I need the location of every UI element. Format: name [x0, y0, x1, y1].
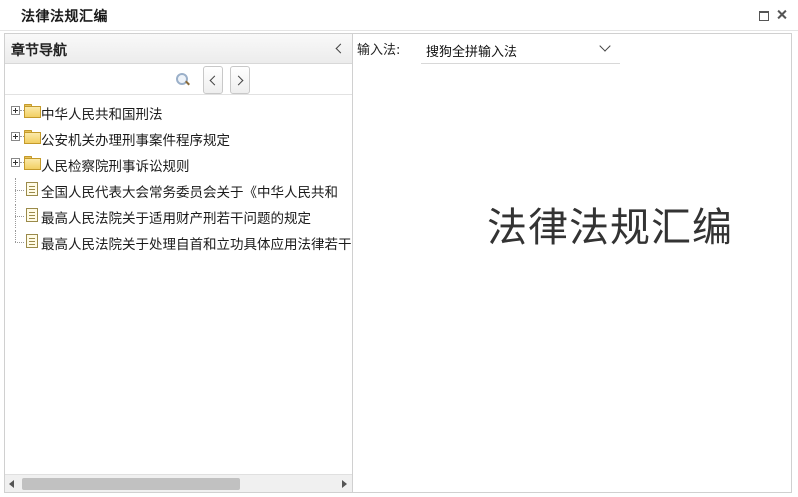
content-panel: 输入法: 搜狗全拼输入法 法律法规汇编 — [353, 33, 792, 493]
window-title: 法律法规汇编 — [21, 9, 108, 25]
tree-connector — [15, 242, 24, 243]
chevron-down-icon — [599, 40, 611, 52]
chapter-navigation-panel: 章节导航 中华人民共和国刑法 公安机关办理刑事案件程序规定 人民检察院刑事诉讼规… — [4, 33, 353, 493]
navigation-toolbar — [5, 65, 352, 95]
document-icon — [26, 182, 38, 196]
panel-title: 章节导航 — [11, 43, 67, 59]
horizontal-scrollbar[interactable] — [5, 474, 352, 492]
ime-selected-value: 搜狗全拼输入法 — [426, 45, 518, 60]
next-button[interactable] — [230, 66, 250, 94]
tree-node-document[interactable]: 最高人民法院关于适用财产刑若干问题的规定 — [5, 204, 352, 228]
tree-node-label: 最高人民法院关于处理自首和立功具体应用法律若干 — [41, 237, 352, 253]
expand-icon[interactable] — [11, 132, 20, 141]
tree-node-document[interactable]: 全国人民代表大会常务委员会关于《中华人民共和 — [5, 178, 352, 202]
tree-node-folder[interactable]: 公安机关办理刑事案件程序规定 — [5, 126, 352, 150]
ime-select[interactable]: 搜狗全拼输入法 — [421, 36, 620, 64]
tree-node-folder[interactable]: 人民检察院刑事诉讼规则 — [5, 152, 352, 176]
folder-icon — [24, 156, 41, 170]
tree-node-document[interactable]: 最高人民法院关于处理自首和立功具体应用法律若干 — [5, 230, 352, 254]
document-icon — [26, 234, 38, 248]
folder-icon — [24, 130, 41, 144]
maximize-icon[interactable] — [758, 9, 770, 21]
document-icon — [26, 208, 38, 222]
previous-button[interactable] — [203, 66, 223, 94]
window-titlebar: 法律法规汇编 — [0, 0, 798, 31]
collapse-panel-button[interactable] — [334, 42, 346, 56]
ime-label: 输入法: — [357, 43, 401, 58]
tree-node-label: 最高人民法院关于适用财产刑若干问题的规定 — [41, 211, 311, 227]
chapter-tree: 中华人民共和国刑法 公安机关办理刑事案件程序规定 人民检察院刑事诉讼规则 全国人… — [5, 96, 352, 474]
search-icon[interactable] — [175, 72, 191, 88]
scroll-right-icon[interactable] — [342, 480, 347, 488]
expand-icon[interactable] — [11, 158, 20, 167]
close-icon[interactable] — [776, 9, 788, 21]
tree-node-label: 全国人民代表大会常务委员会关于《中华人民共和 — [41, 185, 338, 201]
tree-connector — [15, 230, 16, 242]
tree-node-label: 公安机关办理刑事案件程序规定 — [41, 133, 230, 149]
tree-node-label: 人民检察院刑事诉讼规则 — [41, 159, 190, 175]
scroll-left-icon[interactable] — [9, 480, 14, 488]
tree-connector — [15, 190, 24, 191]
page-heading: 法律法规汇编 — [487, 205, 733, 251]
folder-icon — [24, 104, 41, 118]
tree-connector — [15, 216, 24, 217]
panel-header: 章节导航 — [5, 34, 352, 64]
scrollbar-thumb[interactable] — [22, 478, 240, 490]
tree-node-folder[interactable]: 中华人民共和国刑法 — [5, 100, 352, 124]
expand-icon[interactable] — [11, 106, 20, 115]
tree-node-label: 中华人民共和国刑法 — [41, 107, 163, 123]
